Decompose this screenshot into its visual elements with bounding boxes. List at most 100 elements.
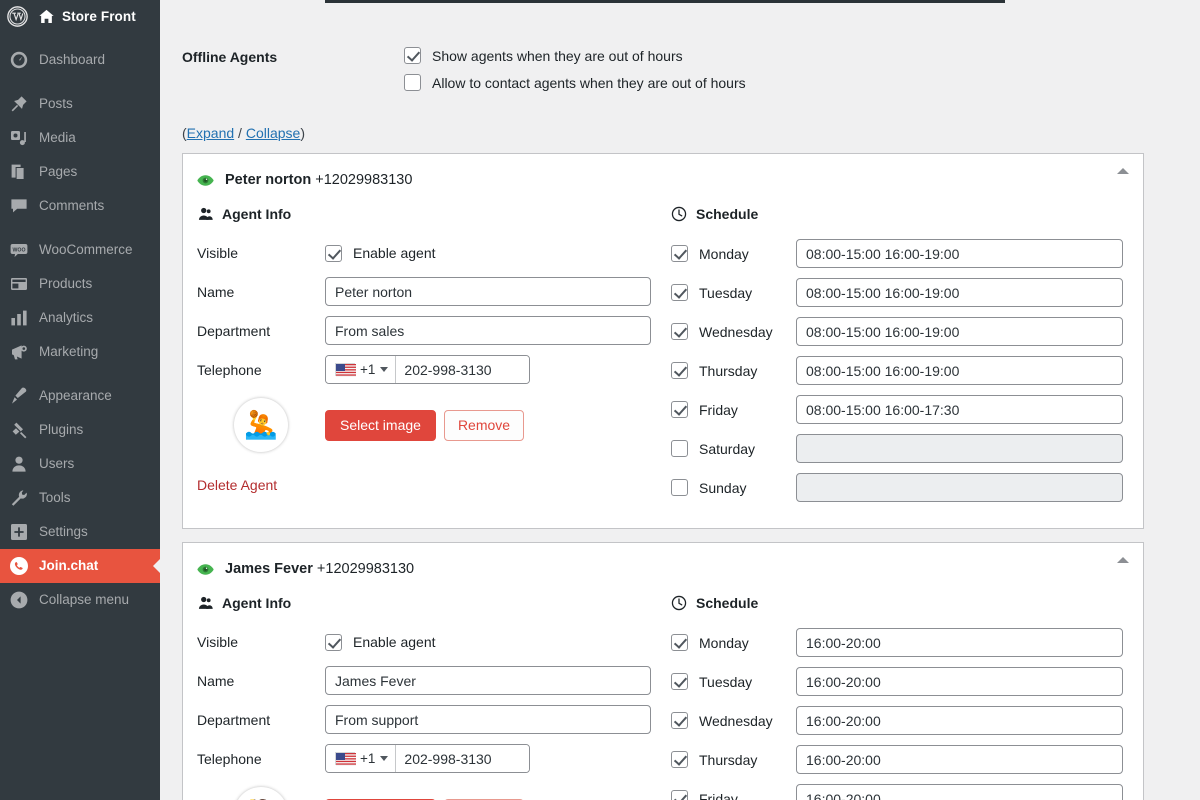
schedule-day[interactable]: Tuesday bbox=[671, 284, 796, 301]
agent-telephone-input[interactable] bbox=[396, 356, 529, 383]
enable-agent-checkbox[interactable] bbox=[325, 634, 342, 651]
wordpress-logo-icon[interactable] bbox=[7, 6, 28, 27]
schedule-day[interactable]: Monday bbox=[671, 245, 796, 262]
site-link[interactable]: Store Front bbox=[38, 8, 136, 25]
agent-info-column: Agent InfoVisibleEnable agentNameDepartm… bbox=[183, 595, 663, 800]
schedule-day-checkbox[interactable] bbox=[671, 440, 688, 457]
schedule-row: Thursday bbox=[671, 356, 1143, 385]
plugins-icon bbox=[9, 420, 29, 440]
country-code-selector[interactable]: +1 bbox=[326, 356, 396, 383]
schedule-day[interactable]: Monday bbox=[671, 634, 796, 651]
agent-card-body: Agent InfoVisibleEnable agentNameDepartm… bbox=[183, 188, 1143, 512]
us-flag-icon bbox=[335, 752, 355, 765]
agent-telephone-input[interactable] bbox=[396, 745, 529, 772]
schedule-day-checkbox[interactable] bbox=[671, 284, 688, 301]
sidebar-item-dashboard[interactable]: Dashboard bbox=[0, 43, 160, 77]
enable-agent-control[interactable]: Enable agent bbox=[325, 634, 663, 651]
sidebar-item-woocommerce[interactable]: WOOWooCommerce bbox=[0, 233, 160, 267]
schedule-day-checkbox[interactable] bbox=[671, 673, 688, 690]
schedule-hours-input[interactable] bbox=[796, 395, 1123, 424]
schedule-day-checkbox[interactable] bbox=[671, 362, 688, 379]
schedule-hours-input[interactable] bbox=[796, 356, 1123, 385]
schedule-day-checkbox[interactable] bbox=[671, 790, 688, 800]
schedule-day-checkbox[interactable] bbox=[671, 479, 688, 496]
eye-icon[interactable] bbox=[197, 174, 214, 187]
schedule-hours-input[interactable] bbox=[796, 745, 1123, 774]
schedule-day[interactable]: Thursday bbox=[671, 751, 796, 768]
sidebar-item-label: Dashboard bbox=[39, 53, 105, 67]
sidebar-item-appearance[interactable]: Appearance bbox=[0, 379, 160, 413]
schedule-day-checkbox[interactable] bbox=[671, 401, 688, 418]
offline-option[interactable]: Show agents when they are out of hours bbox=[404, 47, 746, 64]
schedule-day-checkbox[interactable] bbox=[671, 712, 688, 729]
separator: / bbox=[234, 125, 246, 141]
offline-option-checkbox[interactable] bbox=[404, 47, 421, 64]
schedule-day[interactable]: Saturday bbox=[671, 440, 796, 457]
schedule-day-checkbox[interactable] bbox=[671, 323, 688, 340]
schedule-day[interactable]: Sunday bbox=[671, 479, 796, 496]
schedule-day-checkbox[interactable] bbox=[671, 634, 688, 651]
schedule-row: Wednesday bbox=[671, 706, 1143, 735]
collapse-link[interactable]: Collapse bbox=[246, 125, 300, 141]
schedule-hours-input[interactable] bbox=[796, 667, 1123, 696]
sidebar-item-marketing[interactable]: Marketing bbox=[0, 335, 160, 369]
sidebar-item-analytics[interactable]: Analytics bbox=[0, 301, 160, 335]
agent-name-input[interactable] bbox=[325, 277, 651, 306]
agent-name-input[interactable] bbox=[325, 666, 651, 695]
schedule-day-checkbox[interactable] bbox=[671, 751, 688, 768]
pages-icon bbox=[9, 162, 29, 182]
offline-option-checkbox[interactable] bbox=[404, 74, 421, 91]
schedule-day[interactable]: Friday bbox=[671, 790, 796, 800]
schedule-day[interactable]: Thursday bbox=[671, 362, 796, 379]
schedule-day-checkbox[interactable] bbox=[671, 245, 688, 262]
select-image-button[interactable]: Select image bbox=[325, 410, 436, 441]
agent-department-input[interactable] bbox=[325, 705, 651, 734]
sidebar-item-media[interactable]: Media bbox=[0, 121, 160, 155]
remove-image-button[interactable]: Remove bbox=[444, 410, 524, 441]
users-icon bbox=[9, 454, 29, 474]
person-icon bbox=[197, 595, 213, 611]
sidebar-item-join-chat[interactable]: Join.chat bbox=[0, 549, 160, 583]
schedule-day[interactable]: Wednesday bbox=[671, 323, 796, 340]
schedule-hours-input[interactable] bbox=[796, 628, 1123, 657]
schedule-hours-input[interactable] bbox=[796, 239, 1123, 268]
delete-agent-link[interactable]: Delete Agent bbox=[197, 477, 663, 493]
sidebar-item-tools[interactable]: Tools bbox=[0, 481, 160, 515]
avatar[interactable]: 🤽 bbox=[234, 398, 288, 452]
sidebar-item-collapse-menu[interactable]: Collapse menu bbox=[0, 583, 160, 617]
sidebar-item-label: Pages bbox=[39, 165, 77, 179]
schedule-day[interactable]: Friday bbox=[671, 401, 796, 418]
agent-info-column: Agent InfoVisibleEnable agentNameDepartm… bbox=[183, 206, 663, 512]
avatar[interactable]: 🙋 bbox=[234, 787, 288, 800]
schedule-day[interactable]: Tuesday bbox=[671, 673, 796, 690]
sidebar-item-products[interactable]: Products bbox=[0, 267, 160, 301]
settings-icon bbox=[9, 522, 29, 542]
main-content: Offline Agents Show agents when they are… bbox=[160, 0, 1200, 800]
schedule-hours-input[interactable] bbox=[796, 317, 1123, 346]
offline-option[interactable]: Allow to contact agents when they are ou… bbox=[404, 74, 746, 91]
expand-link[interactable]: Expand bbox=[187, 125, 234, 141]
sidebar-item-posts[interactable]: Posts bbox=[0, 87, 160, 121]
sidebar-item-comments[interactable]: Comments bbox=[0, 189, 160, 223]
schedule-row: Saturday bbox=[671, 434, 1143, 463]
sidebar-item-plugins[interactable]: Plugins bbox=[0, 413, 160, 447]
sidebar-item-users[interactable]: Users bbox=[0, 447, 160, 481]
eye-icon[interactable] bbox=[197, 563, 214, 576]
enable-agent-checkbox[interactable] bbox=[325, 245, 342, 262]
collapse-toggle-icon[interactable] bbox=[1117, 168, 1129, 174]
schedule-hours-input[interactable] bbox=[796, 784, 1123, 800]
schedule-hours-input[interactable] bbox=[796, 706, 1123, 735]
schedule-day[interactable]: Wednesday bbox=[671, 712, 796, 729]
sidebar-item-settings[interactable]: Settings bbox=[0, 515, 160, 549]
schedule-day-label: Tuesday bbox=[699, 674, 752, 690]
enable-agent-control[interactable]: Enable agent bbox=[325, 245, 663, 262]
schedule-hours-input[interactable] bbox=[796, 278, 1123, 307]
sidebar-item-pages[interactable]: Pages bbox=[0, 155, 160, 189]
collapse-toggle-icon[interactable] bbox=[1117, 557, 1129, 563]
schedule-row: Sunday bbox=[671, 473, 1143, 502]
agent-department-input[interactable] bbox=[325, 316, 651, 345]
offline-option-label: Allow to contact agents when they are ou… bbox=[432, 75, 746, 91]
menu-separator bbox=[0, 77, 160, 87]
us-flag-icon bbox=[335, 363, 355, 376]
country-code-selector[interactable]: +1 bbox=[326, 745, 396, 772]
